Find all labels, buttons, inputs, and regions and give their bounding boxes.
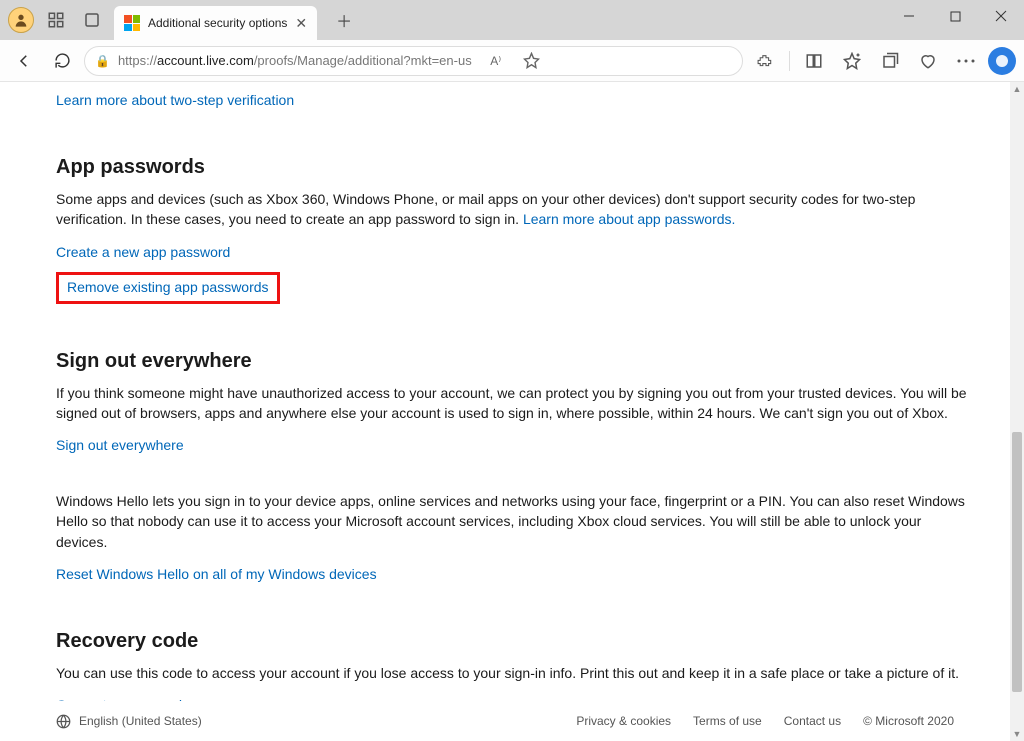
contact-link[interactable]: Contact us: [784, 714, 841, 728]
collections-icon[interactable]: [874, 45, 906, 77]
refresh-button[interactable]: [46, 45, 78, 77]
read-aloud-icon[interactable]: A⁾: [480, 45, 512, 77]
terms-link[interactable]: Terms of use: [693, 714, 762, 728]
create-app-password-link[interactable]: Create a new app password: [56, 244, 230, 260]
app-passwords-body: Some apps and devices (such as Xbox 360,…: [56, 189, 968, 230]
browser-tab[interactable]: Additional security options ✕: [114, 6, 317, 40]
privacy-link[interactable]: Privacy & cookies: [576, 714, 671, 728]
settings-more-icon[interactable]: [950, 45, 982, 77]
scroll-thumb[interactable]: [1012, 432, 1022, 692]
app-passwords-heading: App passwords: [56, 156, 968, 179]
remove-app-passwords-highlight: Remove existing app passwords: [56, 272, 280, 304]
copyright-text: © Microsoft 2020: [863, 714, 954, 728]
sign-out-everywhere-link[interactable]: Sign out everywhere: [56, 437, 184, 453]
reset-windows-hello-link[interactable]: Reset Windows Hello on all of my Windows…: [56, 566, 377, 582]
page-viewport: Learn more about two-step verification A…: [0, 82, 1024, 741]
split-screen-icon[interactable]: [798, 45, 830, 77]
favorites-icon[interactable]: [836, 45, 868, 77]
back-button[interactable]: [8, 45, 40, 77]
favorite-star-icon[interactable]: [516, 45, 548, 77]
copilot-icon[interactable]: [988, 47, 1016, 75]
scroll-down-arrow[interactable]: ▼: [1010, 727, 1024, 741]
browser-toolbar: 🔒 https://account.live.com/proofs/Manage…: [0, 40, 1024, 82]
url-text: https://account.live.com/proofs/Manage/a…: [118, 53, 472, 68]
maximize-button[interactable]: [932, 0, 978, 32]
sign-out-section: Sign out everywhere If you think someone…: [56, 350, 968, 584]
workspaces-icon[interactable]: [42, 6, 70, 34]
toolbar-divider: [789, 51, 790, 71]
close-tab-icon[interactable]: ✕: [295, 15, 307, 32]
scroll-up-arrow[interactable]: ▲: [1010, 82, 1024, 96]
page-footer: English (United States) Privacy & cookie…: [0, 701, 1010, 741]
address-bar[interactable]: 🔒 https://account.live.com/proofs/Manage…: [84, 46, 743, 76]
language-link[interactable]: English (United States): [79, 714, 202, 728]
sign-out-heading: Sign out everywhere: [56, 350, 968, 373]
new-tab-button[interactable]: ＋: [329, 5, 359, 35]
profile-avatar[interactable]: [8, 7, 34, 33]
close-window-button[interactable]: [978, 0, 1024, 32]
microsoft-favicon: [124, 15, 140, 31]
sign-out-body: If you think someone might have unauthor…: [56, 383, 968, 424]
recovery-heading: Recovery code: [56, 630, 968, 653]
extensions-icon[interactable]: [749, 45, 781, 77]
app-passwords-section: App passwords Some apps and devices (suc…: [56, 156, 968, 304]
learn-two-step-link[interactable]: Learn more about two-step verification: [56, 92, 294, 108]
minimize-button[interactable]: [886, 0, 932, 32]
tab-actions-icon[interactable]: [78, 6, 106, 34]
globe-icon[interactable]: [56, 714, 71, 729]
remove-app-passwords-link[interactable]: Remove existing app passwords: [67, 279, 269, 295]
tab-title: Additional security options: [148, 16, 287, 30]
windows-hello-body: Windows Hello lets you sign in to your d…: [56, 491, 968, 552]
recovery-body: You can use this code to access your acc…: [56, 663, 968, 683]
lock-icon: 🔒: [95, 54, 110, 68]
learn-app-passwords-link[interactable]: Learn more about app passwords.: [523, 211, 735, 227]
browser-essentials-icon[interactable]: [912, 45, 944, 77]
vertical-scrollbar[interactable]: ▲ ▼: [1010, 82, 1024, 741]
titlebar: Additional security options ✕ ＋: [0, 0, 1024, 40]
